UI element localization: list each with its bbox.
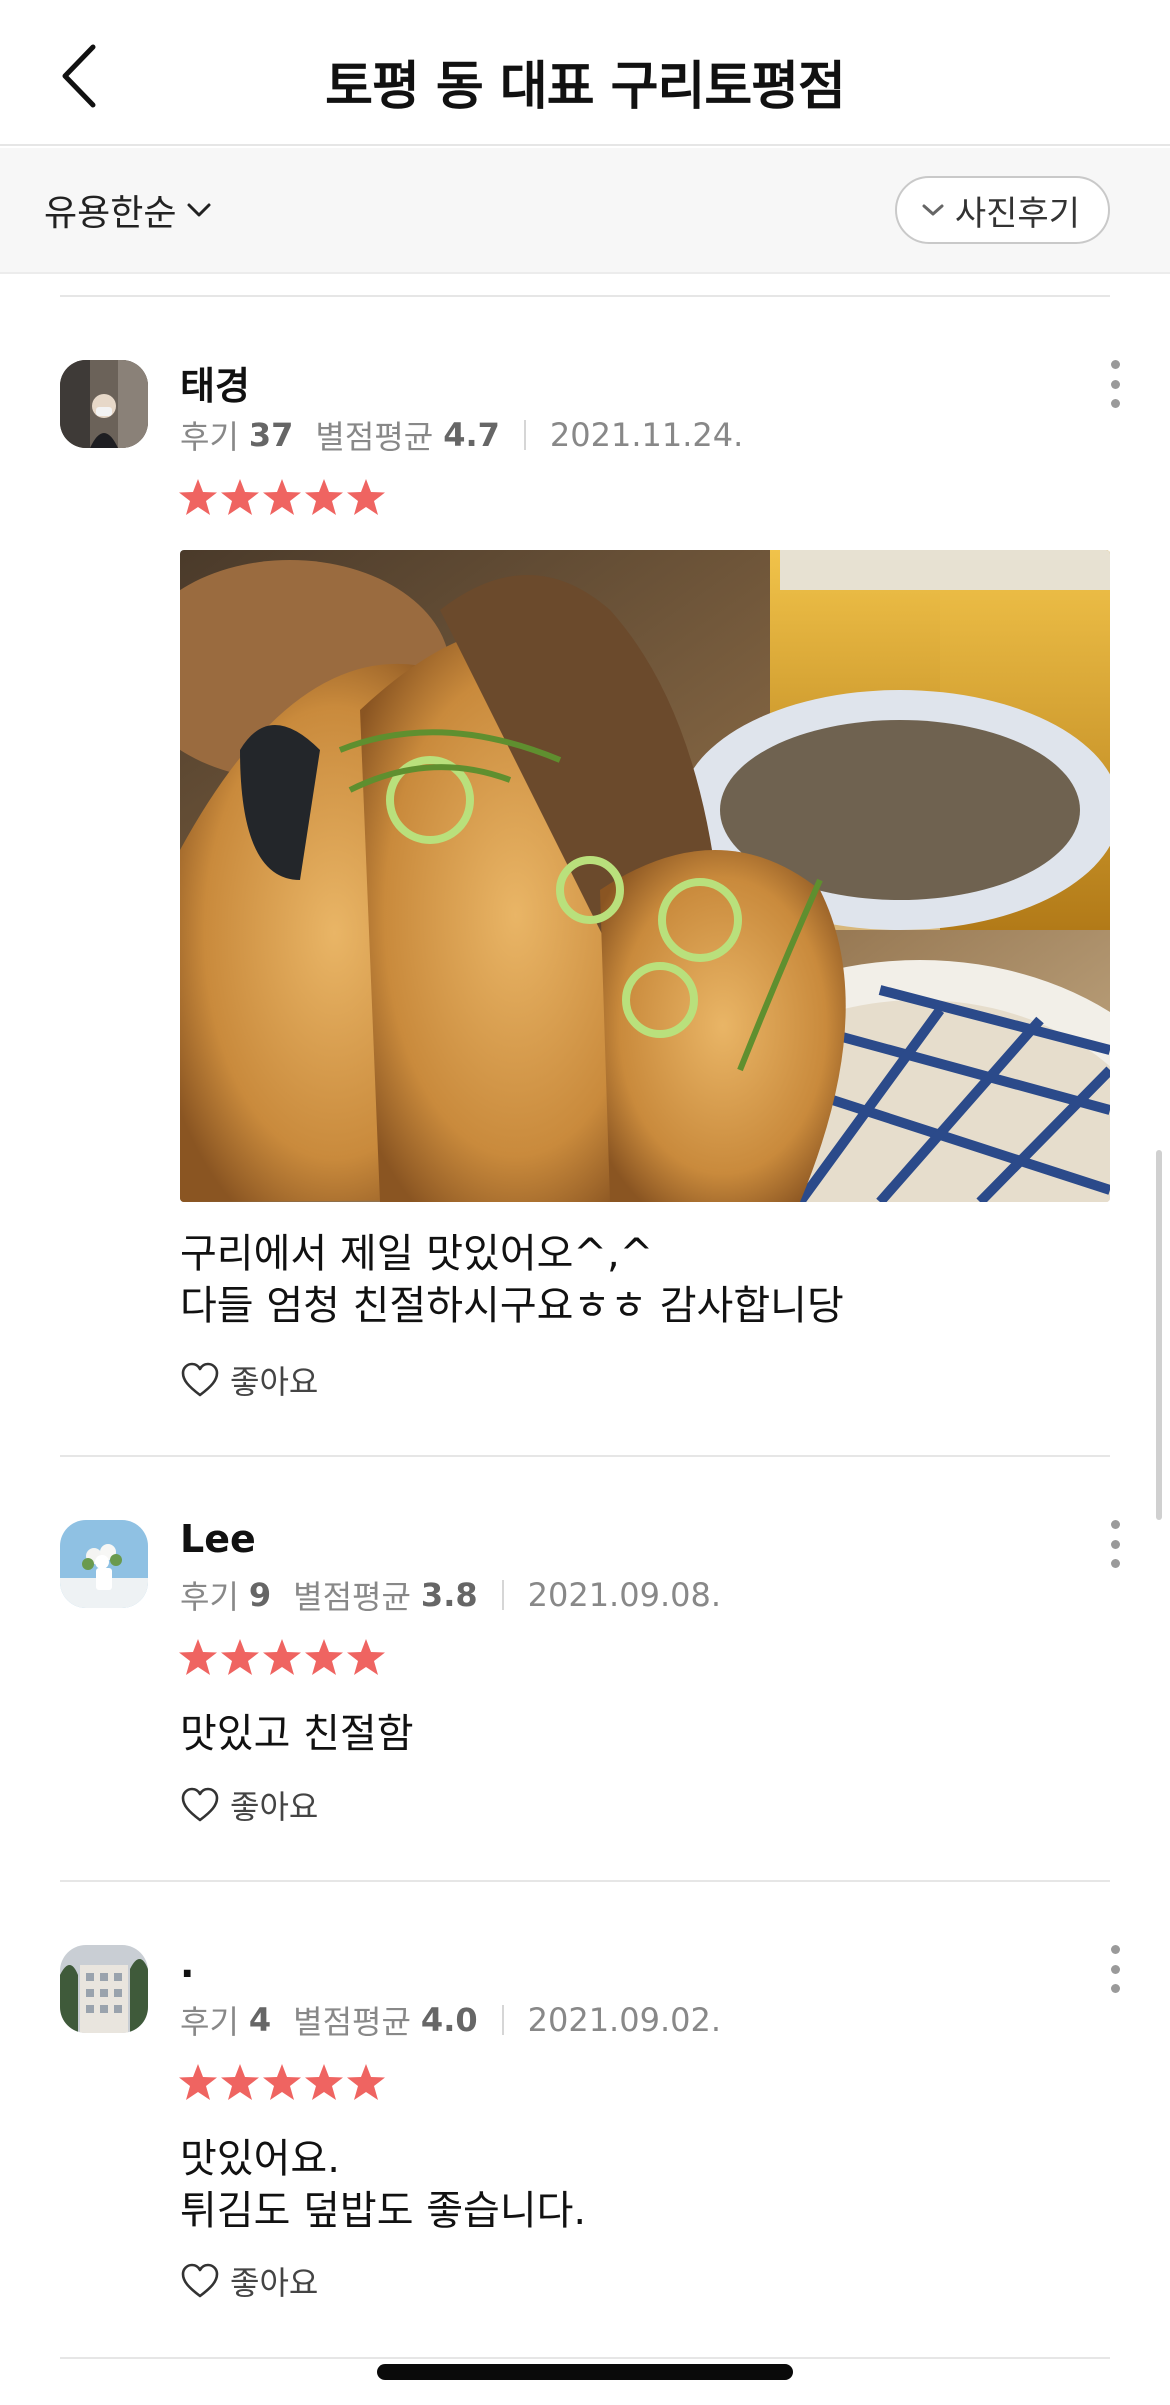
- avg-rating-label: 별점평균: [315, 418, 434, 456]
- review-count-label: 후기: [180, 2003, 239, 2041]
- more-dot-icon: [1110, 1964, 1120, 1974]
- chevron-down-icon: [187, 203, 211, 217]
- reviewer-nickname[interactable]: Lee: [180, 1517, 256, 1561]
- like-button[interactable]: 좋아요: [180, 1782, 318, 1828]
- review-photo[interactable]: [180, 550, 1110, 1202]
- star-icon: [305, 2064, 343, 2100]
- star-icon: [221, 1639, 259, 1675]
- more-options-button[interactable]: [1100, 1941, 1130, 1997]
- sort-label: 유용한순: [44, 193, 177, 234]
- reviewer-nickname[interactable]: .: [180, 1942, 194, 1986]
- star-rating: [178, 2063, 386, 2101]
- more-dot-icon: [1110, 399, 1120, 408]
- more-dot-icon: [1110, 379, 1120, 389]
- home-indicator: [377, 2364, 793, 2380]
- star-icon: [221, 2064, 259, 2100]
- star-icon: [347, 2064, 385, 2100]
- top-nav-bar: 토평 동 대표 구리토평점: [0, 0, 1170, 146]
- avatar-image: [60, 1520, 148, 1608]
- avatar-image: [60, 360, 148, 448]
- review-text: 맛있어요. 튀김도 덮밥도 좋습니다.: [180, 2136, 587, 2234]
- review-count: 9: [248, 1576, 272, 1614]
- avatar[interactable]: [60, 360, 148, 448]
- avatar[interactable]: [60, 1945, 148, 2033]
- photo-review-filter-button[interactable]: 사진후기: [894, 176, 1110, 244]
- star-rating: [178, 478, 386, 516]
- photo-filter-label: 사진후기: [954, 193, 1080, 234]
- star-icon: [305, 479, 343, 515]
- heart-icon: [181, 1362, 219, 1397]
- star-icon: [347, 479, 385, 515]
- more-options-button[interactable]: [1100, 1516, 1130, 1572]
- star-icon: [263, 1639, 301, 1675]
- star-icon: [305, 1639, 343, 1675]
- like-button[interactable]: 좋아요: [180, 1357, 318, 1403]
- heart-icon: [181, 1787, 219, 1822]
- review-count-label: 후기: [180, 1578, 239, 1616]
- meta-separator: [501, 1580, 504, 1610]
- like-label: 좋아요: [230, 1788, 319, 1826]
- review-text: 맛있고 친절함: [180, 1711, 414, 1757]
- like-label: 좋아요: [230, 1363, 319, 1401]
- page-title: 토평 동 대표 구리토평점: [325, 57, 846, 117]
- check-icon: [922, 204, 944, 216]
- star-icon: [263, 479, 301, 515]
- meta-separator: [501, 2005, 504, 2035]
- avg-rating-label: 별점평균: [293, 2003, 411, 2041]
- avg-rating: 3.8: [420, 1576, 478, 1614]
- review-meta: 후기 4 별점평균 4.0 2021.09.02.: [180, 1997, 721, 2043]
- more-dot-icon: [1110, 360, 1120, 369]
- divider: [60, 1880, 1110, 1882]
- like-button[interactable]: 좋아요: [180, 2258, 318, 2304]
- scrollbar[interactable]: [1156, 1150, 1162, 1520]
- meta-separator: [523, 420, 526, 450]
- like-label: 좋아요: [230, 2264, 319, 2302]
- star-rating: [178, 1638, 386, 1676]
- avatar[interactable]: [60, 1520, 148, 1608]
- review-date: 2021.11.24.: [549, 416, 744, 454]
- reviewer-nickname[interactable]: 태경: [180, 355, 250, 410]
- review-count: 37: [248, 416, 294, 454]
- star-icon: [179, 2064, 217, 2100]
- tempura-food-image: [180, 550, 1110, 1202]
- more-options-button[interactable]: [1100, 356, 1130, 412]
- avg-rating: 4.0: [420, 2001, 478, 2039]
- divider: [60, 2357, 1110, 2359]
- star-icon: [221, 479, 259, 515]
- review-date: 2021.09.08.: [527, 1576, 721, 1614]
- more-dot-icon: [1110, 1539, 1120, 1549]
- review-meta: 후기 37 별점평균 4.7 2021.11.24.: [180, 412, 743, 458]
- filter-bar: 유용한순 사진후기: [0, 148, 1170, 274]
- more-dot-icon: [1110, 1559, 1120, 1568]
- review-text: 구리에서 제일 맛있어오^,^ 다들 엄청 친절하시구요ㅎㅎ 감사합니당: [180, 1231, 844, 1329]
- review-count-label: 후기: [180, 418, 239, 456]
- divider: [60, 1455, 1110, 1457]
- avatar-image: [60, 1945, 148, 2033]
- more-dot-icon: [1110, 1520, 1120, 1529]
- star-icon: [263, 2064, 301, 2100]
- avg-rating-label: 별점평균: [293, 1578, 411, 1616]
- star-icon: [179, 1639, 217, 1675]
- star-icon: [347, 1639, 385, 1675]
- star-icon: [179, 479, 217, 515]
- sort-dropdown[interactable]: 유용한순: [44, 182, 212, 238]
- review-meta: 후기 9 별점평균 3.8 2021.09.08.: [180, 1572, 721, 1618]
- review-count: 4: [248, 2001, 272, 2039]
- more-dot-icon: [1110, 1945, 1120, 1954]
- more-dot-icon: [1110, 1984, 1120, 1993]
- heart-icon: [181, 2263, 219, 2298]
- review-date: 2021.09.02.: [527, 2001, 721, 2039]
- divider: [60, 295, 1110, 297]
- avg-rating: 4.7: [443, 416, 500, 454]
